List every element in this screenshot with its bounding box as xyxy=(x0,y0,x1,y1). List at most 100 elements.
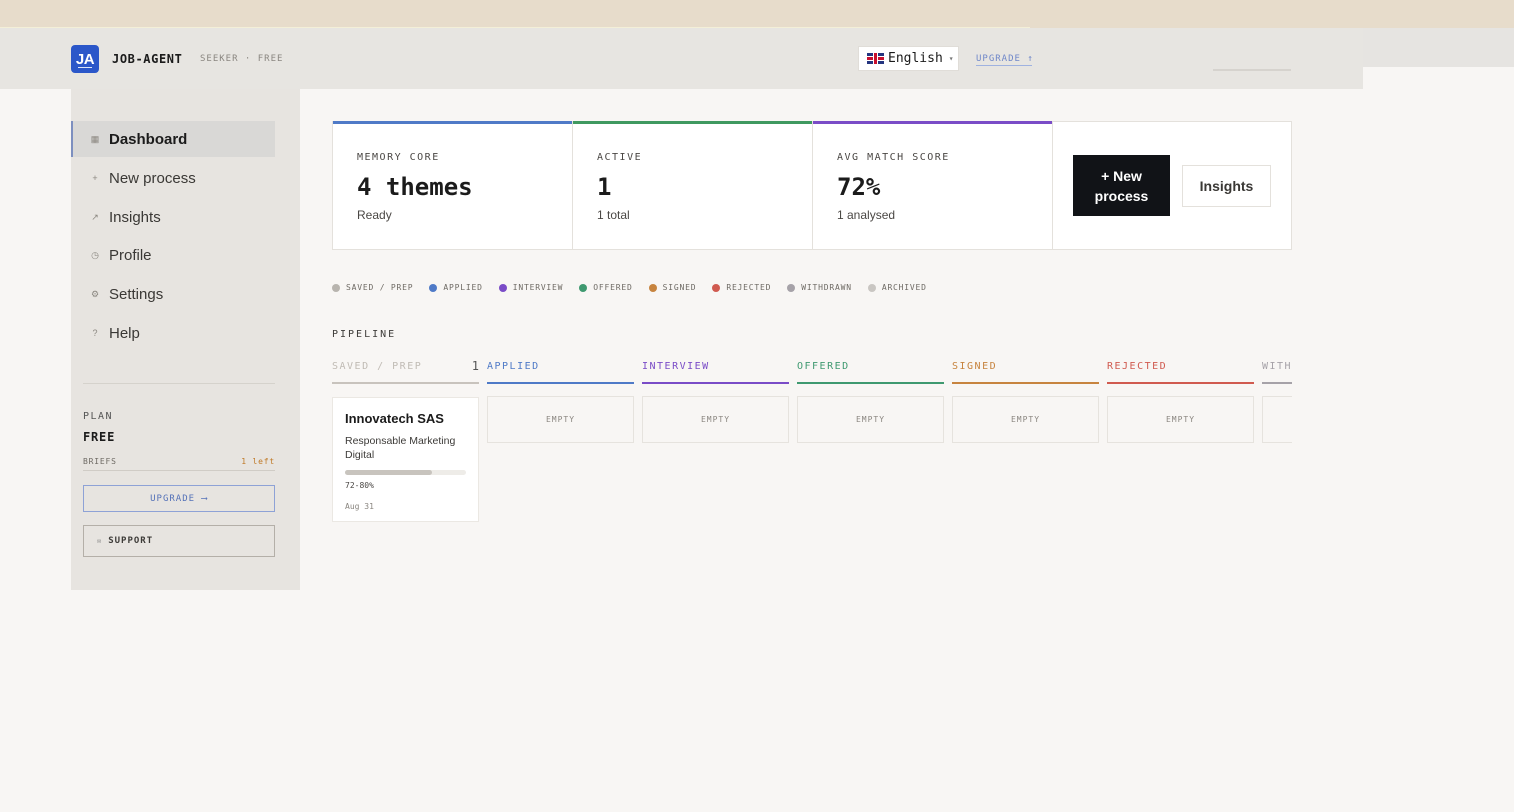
column-header-offered[interactable]: OFFERED xyxy=(797,359,944,384)
empty-column-applied: EMPTY xyxy=(487,396,634,443)
sidebar-item-label: Help xyxy=(109,324,140,342)
new-process-button[interactable]: + New process xyxy=(1073,155,1170,216)
stat-value: 4 themes xyxy=(357,173,473,201)
legend-dot xyxy=(867,283,876,292)
legend-dot xyxy=(648,283,657,292)
empty-column-rejected: EMPTY xyxy=(1107,396,1254,443)
column-label: SIGNED xyxy=(952,361,998,372)
uk-flag-icon xyxy=(867,53,884,64)
sidebar-item-label: Settings xyxy=(109,285,164,303)
legend-dot xyxy=(712,283,721,292)
legend-label: OFFERED xyxy=(593,283,633,292)
briefs-label: BRIEFS xyxy=(83,457,117,466)
column-label: OFFERED xyxy=(797,361,850,372)
language-value: English xyxy=(888,51,943,66)
legend-label: SIGNED xyxy=(662,283,697,292)
column-underline xyxy=(1107,382,1254,384)
status-legend: SAVED / PREP APPLIED INTERVIEW OFFERED S… xyxy=(332,283,943,292)
card-match-range: 72-80% xyxy=(345,481,374,490)
sidebar-item-label: Insights xyxy=(109,208,161,226)
column-label: SAVED / PREP xyxy=(332,361,423,372)
column-underline xyxy=(952,382,1099,384)
pipeline-card[interactable]: Innovatech SAS Responsable Marketing Dig… xyxy=(332,397,479,522)
legend-dot xyxy=(579,283,588,292)
sidebar-item-settings[interactable]: ⚙ Settings xyxy=(71,276,275,312)
brand-name: JOB-AGENT xyxy=(112,52,183,66)
legend-label: WITHDRAWN xyxy=(801,283,852,292)
stat-avg-match-score: AVG MATCH SCORE 72% 1 analysed xyxy=(813,121,1053,249)
app-logo[interactable]: JA xyxy=(71,45,99,73)
stat-sub: Ready xyxy=(357,208,392,222)
legend-item-interview: INTERVIEW xyxy=(498,283,564,292)
header-ghost-control xyxy=(1213,69,1291,71)
legend-label: SAVED / PREP xyxy=(346,283,414,292)
sidebar-item-help[interactable]: ? Help xyxy=(71,315,275,351)
empty-column-offered: EMPTY xyxy=(797,396,944,443)
sidebar-divider xyxy=(83,383,275,384)
column-label: APPLIED xyxy=(487,361,540,372)
legend-label: ARCHIVED xyxy=(881,283,927,292)
stat-sub: 1 analysed xyxy=(837,208,896,222)
stat-sub: 1 total xyxy=(597,208,630,222)
stat-value: 1 xyxy=(597,173,612,201)
sidebar-item-insights[interactable]: ↗ Insights xyxy=(71,199,275,235)
language-select[interactable]: English ▾ xyxy=(858,46,959,71)
legend-item-saved: SAVED / PREP xyxy=(332,283,413,292)
column-label: INTERVIEW xyxy=(642,361,710,372)
pipeline-title: PIPELINE xyxy=(332,329,397,340)
support-button[interactable]: ✉ SUPPORT xyxy=(83,525,275,557)
stat-value: 72% xyxy=(837,173,881,201)
legend-dot xyxy=(498,283,507,292)
stat-accent-bar xyxy=(573,121,812,124)
upgrade-button[interactable]: UPGRADE ⟶ xyxy=(83,485,275,512)
legend-item-archived: ARCHIVED xyxy=(867,283,927,292)
column-header-withdrawn[interactable]: WITH xyxy=(1262,359,1292,384)
help-icon: ? xyxy=(92,328,98,338)
stat-label: ACTIVE xyxy=(597,152,643,163)
column-header-interview[interactable]: INTERVIEW xyxy=(642,359,789,384)
column-underline xyxy=(642,382,789,384)
header-extension xyxy=(1363,28,1514,67)
trend-icon: ↗ xyxy=(91,211,99,222)
stat-memory-core: MEMORY CORE 4 themes Ready xyxy=(333,121,573,249)
sidebar-item-label: Profile xyxy=(109,246,152,264)
empty-column-signed: EMPTY xyxy=(952,396,1099,443)
sidebar-item-new-process[interactable]: + New process xyxy=(71,160,275,196)
column-header-saved[interactable]: SAVED / PREP 1 xyxy=(332,359,479,384)
empty-column-interview: EMPTY xyxy=(642,396,789,443)
mail-icon: ✉ xyxy=(97,537,103,545)
insights-button[interactable]: Insights xyxy=(1182,164,1271,207)
stat-label: AVG MATCH SCORE xyxy=(837,152,950,163)
briefs-quota: BRIEFS 1 left xyxy=(83,457,275,471)
legend-dot xyxy=(429,283,438,292)
column-header-applied[interactable]: APPLIED xyxy=(487,359,634,384)
card-date: Aug 31 xyxy=(345,502,374,511)
top-banner-strip xyxy=(0,0,1514,28)
right-pane xyxy=(1363,67,1514,812)
stat-accent-bar xyxy=(333,121,572,124)
legend-label: INTERVIEW xyxy=(512,283,564,292)
column-count: 1 xyxy=(471,359,479,373)
legend-item-rejected: REJECTED xyxy=(712,283,771,292)
stat-label: MEMORY CORE xyxy=(357,152,440,163)
match-progress-fill xyxy=(345,470,433,475)
column-underline xyxy=(797,382,944,384)
legend-label: REJECTED xyxy=(726,283,772,292)
gear-icon: ⚙ xyxy=(90,288,100,299)
card-role: Responsable Marketing Digital xyxy=(345,435,456,461)
header-upgrade-link[interactable]: UPGRADE ↑ xyxy=(976,54,1032,66)
sidebar-item-profile[interactable]: ◷ Profile xyxy=(71,237,275,273)
legend-item-withdrawn: WITHDRAWN xyxy=(787,283,852,292)
column-underline xyxy=(487,382,634,384)
sidebar-item-dashboard[interactable]: ▦ Dashboard xyxy=(71,121,275,157)
column-header-rejected[interactable]: REJECTED xyxy=(1107,359,1254,384)
column-header-signed[interactable]: SIGNED xyxy=(952,359,1099,384)
chevron-down-icon: ▾ xyxy=(948,54,954,63)
stat-accent-bar xyxy=(813,121,1052,124)
grid-icon: ▦ xyxy=(90,133,100,144)
sidebar-item-label: New process xyxy=(109,169,196,187)
account-tier: SEEKER · FREE xyxy=(200,54,284,64)
briefs-left: 1 left xyxy=(241,457,275,466)
legend-dot xyxy=(787,283,796,292)
column-label: WITH xyxy=(1262,361,1292,372)
